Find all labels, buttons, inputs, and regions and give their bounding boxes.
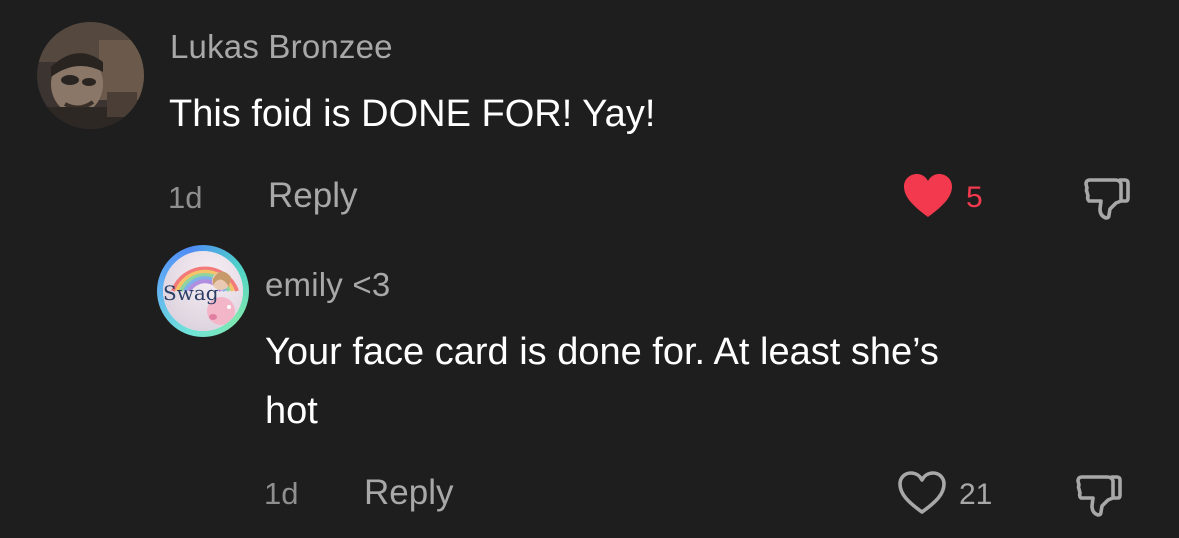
like-button[interactable]	[903, 173, 953, 219]
reply-username[interactable]: emily <3	[265, 266, 390, 304]
thumbs-down-icon[interactable]	[1083, 174, 1131, 222]
comment-timestamp: 1d	[168, 180, 203, 215]
reply-text-line-1: Your face card is done for. At least she…	[265, 331, 939, 373]
dislike-button[interactable]	[1083, 174, 1131, 222]
comment-text: This foid is DONE FOR! Yay!	[169, 93, 656, 135]
reply-timestamp: 1d	[264, 476, 299, 511]
heart-outline-icon[interactable]	[897, 470, 947, 516]
reply-dislike-button[interactable]	[1075, 471, 1123, 519]
like-count: 5	[966, 181, 983, 214]
heart-filled-icon[interactable]	[903, 173, 953, 219]
reply-like-button[interactable]	[897, 470, 947, 516]
avatar-swag-text: Swag	[163, 281, 219, 305]
thumbs-down-icon[interactable]	[1075, 471, 1123, 519]
comment-username[interactable]: Lukas Bronzee	[170, 28, 393, 66]
reply-reply-button[interactable]: Reply	[364, 473, 453, 513]
reply-like-count: 21	[959, 478, 993, 511]
reply-text-line-2: hot	[265, 390, 318, 432]
profile-photo	[37, 22, 144, 129]
avatar[interactable]	[37, 22, 144, 129]
comment-reply-button[interactable]: Reply	[268, 176, 357, 216]
